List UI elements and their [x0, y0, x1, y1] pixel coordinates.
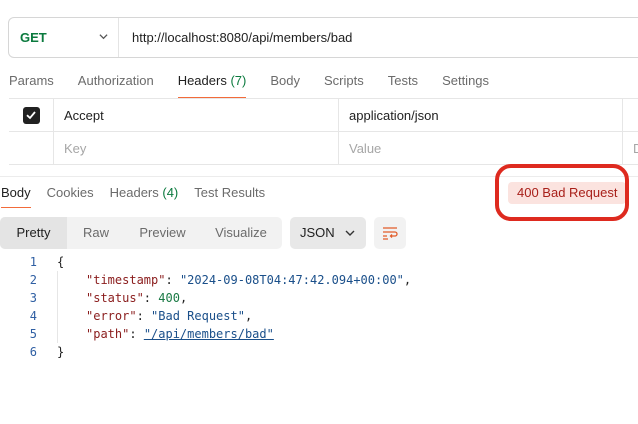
tab-label: Cookies — [46, 185, 94, 200]
format-select[interactable]: JSON — [290, 217, 366, 249]
code-line: 1 { — [0, 253, 411, 271]
response-tabs: Body Cookies Headers (4) Test Results — [1, 185, 281, 208]
json-key: "timestamp" — [86, 273, 166, 287]
tab-headers[interactable]: Headers (7) — [177, 72, 247, 98]
tab-label: Tests — [387, 73, 419, 88]
line-number: 5 — [29, 327, 37, 341]
new-value-field[interactable]: Value — [339, 132, 623, 164]
tab-count: (4) — [162, 185, 179, 200]
view-raw-button[interactable]: Raw — [67, 217, 125, 249]
response-tab-body[interactable]: Body — [1, 185, 31, 208]
indent-guide — [57, 289, 86, 307]
open-brace: { — [57, 255, 65, 269]
response-body-code: 1 { 2 "timestamp": "2024-09-08T04:47:42.… — [0, 253, 411, 361]
indent-guide — [57, 325, 86, 343]
header-description-field[interactable] — [623, 99, 633, 131]
json-value: 400 — [158, 291, 180, 305]
comma: , — [403, 273, 412, 287]
response-tab-cookies[interactable]: Cookies — [47, 185, 94, 208]
tab-label: Scripts — [323, 73, 364, 88]
line-number: 1 — [29, 255, 37, 269]
response-tab-headers[interactable]: Headers (4) — [110, 185, 179, 208]
header-enabled-checkbox[interactable] — [22, 106, 40, 124]
line-number: 3 — [29, 291, 37, 305]
view-pretty-button[interactable]: Pretty — [0, 217, 67, 249]
code-text: } — [37, 343, 64, 361]
table-row: Accept application/json — [9, 99, 638, 132]
view-preview-button[interactable]: Preview — [125, 217, 200, 249]
line-number: 2 — [29, 273, 37, 287]
comma: , — [244, 309, 253, 323]
tab-label: Body — [270, 73, 300, 88]
code-line: 5 "path": "/api/members/bad" — [0, 325, 411, 343]
request-tabs: Params Authorization Headers (7) Body Sc… — [9, 72, 513, 98]
checkbox-cell — [9, 132, 54, 164]
method-label: GET — [20, 30, 47, 45]
code-line: 2 "timestamp": "2024-09-08T04:47:42.094+… — [0, 271, 411, 289]
status-highlight-annotation — [495, 164, 629, 221]
code-text: { — [37, 253, 64, 271]
chevron-down-icon — [345, 230, 355, 236]
tab-params[interactable]: Params — [9, 72, 54, 98]
code-text: "status": 400, — [37, 289, 187, 307]
url-input[interactable]: http://localhost:8080/api/members/bad — [119, 30, 352, 45]
checkmark-icon — [26, 111, 36, 120]
tab-scripts[interactable]: Scripts — [324, 72, 364, 98]
code-text: "error": "Bad Request", — [37, 307, 252, 325]
tab-tests[interactable]: Tests — [388, 72, 418, 98]
indent-guide — [57, 307, 86, 325]
tab-label: Params — [9, 73, 54, 88]
json-value: "2024-09-08T04:47:42.094+00:00" — [179, 273, 404, 287]
code-text: "timestamp": "2024-09-08T04:47:42.094+00… — [37, 271, 411, 289]
format-label: JSON — [300, 225, 335, 240]
indent-guide — [57, 271, 86, 289]
json-key: "error" — [86, 309, 137, 323]
json-key: "path" — [86, 327, 130, 341]
chevron-down-icon — [99, 34, 108, 40]
tab-count: (7) — [230, 73, 247, 88]
tab-label: Authorization — [77, 73, 154, 88]
tab-label: Headers — [177, 73, 227, 88]
code-line: 4 "error": "Bad Request", — [0, 307, 411, 325]
new-description-field[interactable]: D — [623, 132, 638, 164]
checkbox-cell — [9, 99, 54, 131]
json-link-value[interactable]: "/api/members/bad" — [144, 327, 274, 341]
tab-authorization[interactable]: Authorization — [78, 72, 154, 98]
table-row: Key Value D — [9, 132, 638, 165]
headers-table: Accept application/json Key Value D — [9, 98, 638, 165]
tab-label: Body — [1, 185, 31, 200]
header-value-field[interactable]: application/json — [339, 99, 623, 131]
view-mode-toggle: Pretty Raw Preview Visualize — [0, 217, 282, 249]
code-line: 3 "status": 400, — [0, 289, 411, 307]
method-select[interactable]: GET — [9, 18, 119, 57]
tab-label: Headers — [109, 185, 159, 200]
response-tab-test-results[interactable]: Test Results — [194, 185, 265, 208]
wrap-lines-button[interactable] — [374, 217, 406, 249]
new-key-field[interactable]: Key — [54, 132, 339, 164]
tab-label: Test Results — [194, 185, 266, 200]
tab-settings[interactable]: Settings — [442, 72, 489, 98]
tab-label: Settings — [442, 73, 490, 88]
header-key-field[interactable]: Accept — [54, 99, 339, 131]
comma: , — [179, 291, 188, 305]
view-visualize-button[interactable]: Visualize — [200, 217, 282, 249]
close-brace: } — [57, 345, 65, 359]
line-number: 6 — [29, 345, 37, 359]
wrap-lines-icon — [383, 227, 398, 240]
url-bar: GET http://localhost:8080/api/members/ba… — [8, 17, 638, 58]
json-key: "status" — [86, 291, 144, 305]
json-value: "Bad Request" — [151, 309, 245, 323]
code-line: 6 } — [0, 343, 411, 361]
line-number: 4 — [29, 309, 37, 323]
tab-body[interactable]: Body — [270, 72, 300, 98]
code-text: "path": "/api/members/bad" — [37, 325, 274, 343]
